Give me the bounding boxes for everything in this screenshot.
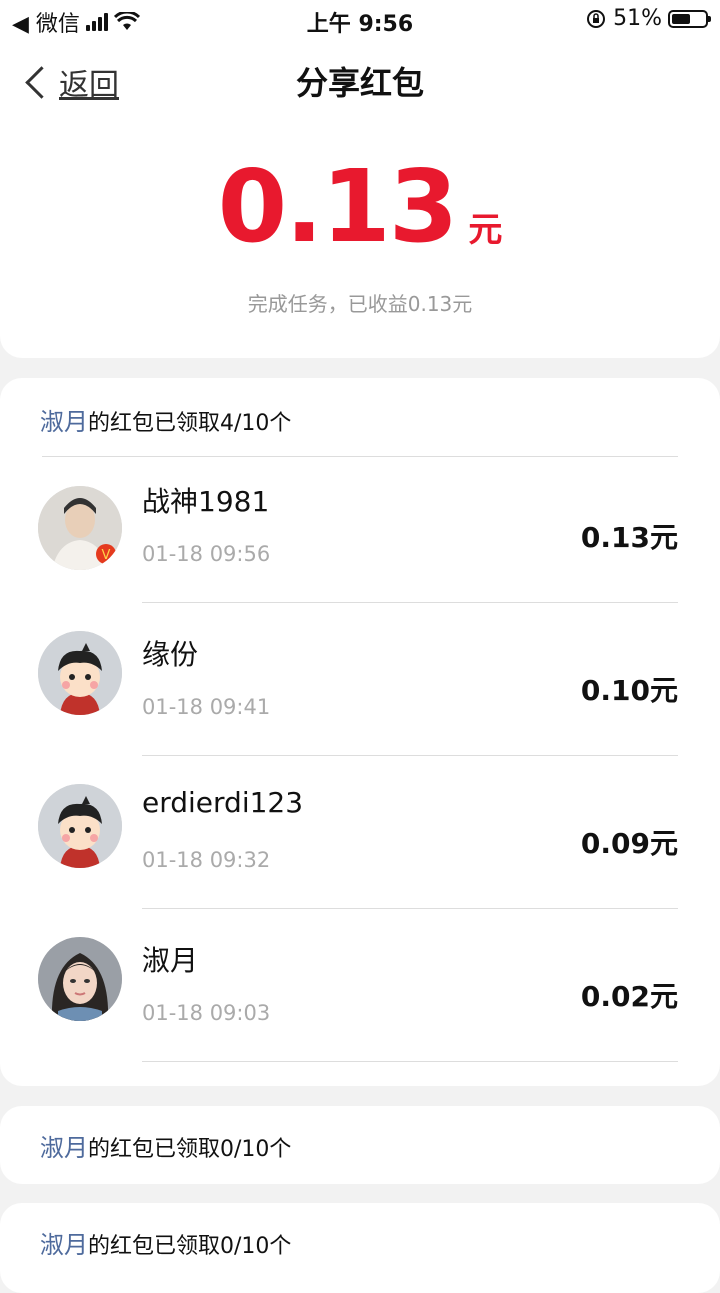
battery-icon — [668, 9, 711, 28]
packet-owner[interactable]: 淑月 — [40, 1134, 88, 1162]
list-item[interactable]: V 战神1981 01-18 09:56 0.13元 — [0, 456, 720, 609]
received-amount: 0.10元 — [580, 674, 678, 707]
svg-text:V: V — [102, 548, 111, 563]
received-amount: 0.02元 — [580, 980, 678, 1013]
user-name: erdierdi123 — [142, 786, 304, 819]
divider — [142, 602, 678, 603]
packet-card: 淑月的红包已领取4/10个 V 战神1981 01-18 09:56 0.13元 — [0, 378, 720, 1086]
receive-time: 01-18 09:03 — [142, 1001, 271, 1025]
packet-header: 淑月的红包已领取0/10个 — [0, 1225, 291, 1260]
avatar — [38, 937, 122, 1021]
amount-value: 0.13 — [217, 148, 459, 265]
rotation-lock-icon — [587, 9, 606, 28]
received-amount: 0.09元 — [580, 827, 678, 860]
packet-header: 淑月的红包已领取4/10个 — [0, 402, 291, 437]
list-item[interactable]: 缘份 01-18 09:41 0.10元 — [0, 609, 720, 762]
divider — [142, 755, 678, 756]
user-name: 缘份 — [142, 638, 199, 671]
packet-status: 的红包已领取0/10个 — [88, 1137, 292, 1162]
receive-time: 01-18 09:56 — [142, 542, 271, 566]
amount-unit: 元 — [468, 210, 503, 250]
user-name: 战神1981 — [142, 485, 270, 518]
summary-panel: ◀ 微信 上午 9:56 51% 返回 分享红包 0.13 元 完成任务，已收益… — [0, 0, 720, 358]
packet-status: 的红包已领取0/10个 — [88, 1234, 292, 1259]
user-name: 淑月 — [142, 944, 199, 977]
list-item[interactable]: 淑月 01-18 09:03 0.02元 — [0, 915, 720, 1068]
receive-time: 01-18 09:41 — [142, 695, 271, 719]
avatar: V — [38, 486, 122, 570]
divider — [142, 1061, 678, 1062]
earned-subtitle: 完成任务，已收益0.13元 — [247, 292, 473, 316]
packet-status: 的红包已领取4/10个 — [88, 411, 292, 436]
received-amount: 0.13元 — [580, 521, 678, 554]
avatar — [38, 631, 122, 715]
page-title: 分享红包 — [295, 64, 424, 102]
packet-card[interactable]: 淑月的红包已领取0/10个 — [0, 1106, 720, 1184]
list-item[interactable]: erdierdi123 01-18 09:32 0.09元 — [0, 762, 720, 915]
packet-owner[interactable]: 淑月 — [40, 1231, 88, 1259]
battery-percent: 51% — [613, 6, 662, 31]
nav-bar: 返回 分享红包 — [0, 50, 720, 110]
avatar — [38, 784, 122, 868]
status-bar: ◀ 微信 上午 9:56 51% — [0, 0, 720, 40]
packet-owner[interactable]: 淑月 — [40, 408, 88, 436]
packet-header: 淑月的红包已领取0/10个 — [0, 1128, 291, 1163]
earned-amount: 0.13 元 — [0, 148, 720, 265]
receive-time: 01-18 09:32 — [142, 848, 271, 872]
divider — [142, 908, 678, 909]
